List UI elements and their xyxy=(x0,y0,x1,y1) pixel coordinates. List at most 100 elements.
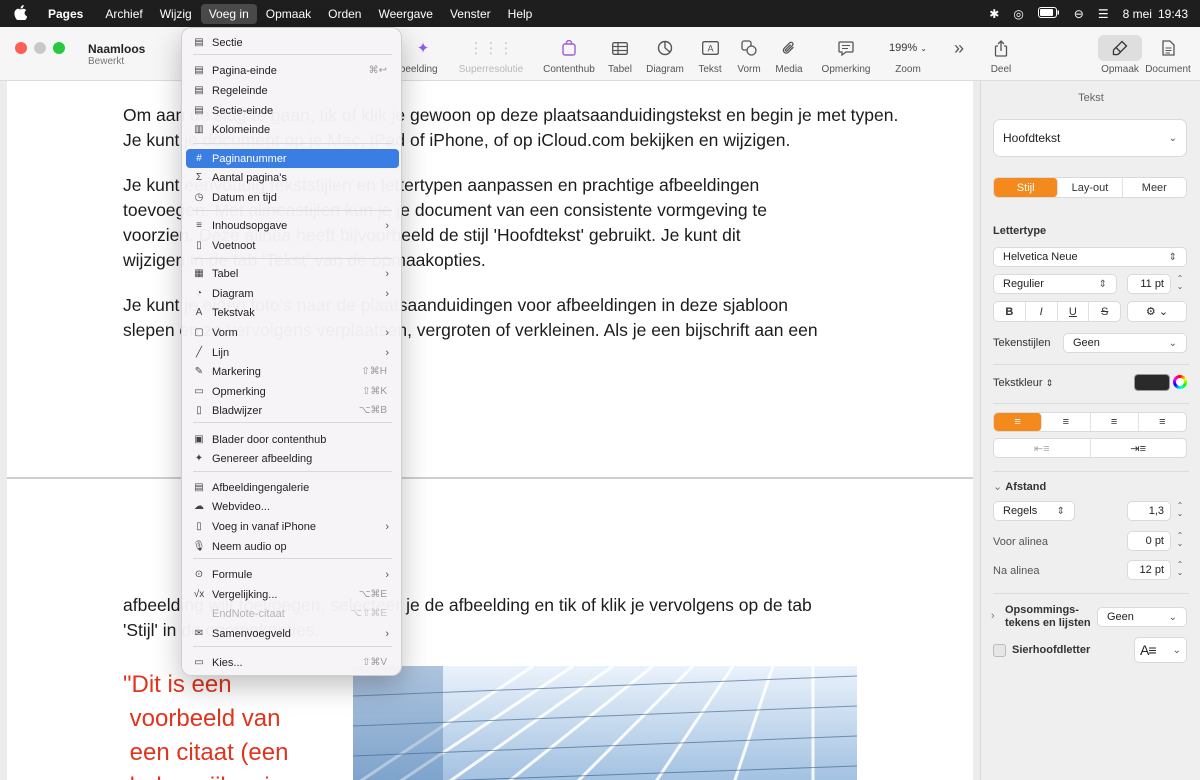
font-size-field[interactable]: 11 pt xyxy=(1127,274,1171,294)
menu-item-opmerking[interactable]: ▭ Opmerking ⇧⌘K xyxy=(186,382,399,401)
menu-item-tabel[interactable]: ▦ Tabel › xyxy=(186,264,399,283)
menu-item-genereer-afbeelding[interactable]: ✦ Genereer afbeelding xyxy=(186,449,399,468)
increase-indent-icon[interactable]: ⇥≡ xyxy=(1091,439,1187,457)
menu-item-samenvoegveld[interactable]: ✉ Samenvoegveld › xyxy=(186,624,399,643)
contenthub-button[interactable]: Contenthub xyxy=(540,35,598,75)
superresolutie-button[interactable]: ⋮⋮⋮ Superresolutie xyxy=(456,35,526,75)
menu-opmaak[interactable]: Opmaak xyxy=(258,4,319,24)
menu-archief[interactable]: Archief xyxy=(97,4,150,24)
document-title[interactable]: Naamloos xyxy=(88,42,145,56)
text-options-button[interactable]: ⚙ ⌄ xyxy=(1127,301,1187,322)
menu-item-paginanummer[interactable]: # Paginanummer xyxy=(186,149,399,168)
align-right-icon[interactable]: ≡ xyxy=(1091,413,1139,431)
opmerking-button[interactable]: Opmerking xyxy=(820,35,872,75)
dropcap-style-select[interactable]: A≡ ⌄ xyxy=(1134,637,1187,663)
close-button[interactable] xyxy=(15,42,27,54)
spacing-stepper[interactable]: ⌃ ⌄ xyxy=(1175,502,1185,518)
menu-item-vergelijking[interactable]: √x Vergelijking... ⌥⌘E xyxy=(186,585,399,604)
menu-item-markering[interactable]: ✎ Markering ⇧⌘H xyxy=(186,362,399,381)
diagram-button[interactable]: Diagram xyxy=(645,35,685,75)
menu-venster[interactable]: Venster xyxy=(442,4,499,24)
align-justify-icon[interactable]: ≡ xyxy=(1139,413,1186,431)
architecture-photo[interactable] xyxy=(353,666,857,780)
after-paragraph-stepper[interactable]: ⌃ ⌄ xyxy=(1175,561,1185,577)
menu-item-kolomeinde[interactable]: ▥ Kolomeinde xyxy=(186,120,399,139)
after-paragraph-field[interactable]: 12 pt xyxy=(1127,560,1171,580)
menu-item-voeg-in-vanaf-iphone[interactable]: ▯ Voeg in vanaf iPhone › xyxy=(186,517,399,536)
document-button[interactable]: Document xyxy=(1145,35,1191,75)
menu-pages[interactable]: Pages xyxy=(40,4,91,24)
menubar-date[interactable]: 8 mei xyxy=(1123,7,1152,21)
deel-button[interactable]: Deel xyxy=(985,35,1017,75)
menu-item-tekstvak[interactable]: A Tekstvak xyxy=(186,303,399,322)
battery-icon[interactable] xyxy=(1037,6,1060,21)
zoom-button[interactable] xyxy=(53,42,65,54)
menu-item-diagram[interactable]: ◔ Diagram › xyxy=(186,284,399,303)
text-color-label[interactable]: Tekstkleur ⇕ xyxy=(993,377,1053,389)
menu-item-formule[interactable]: ⊙ Formule › xyxy=(186,565,399,584)
media-button[interactable]: Media xyxy=(773,35,805,75)
menu-item-kies[interactable]: ▭ Kies... ⇧⌘V xyxy=(186,653,399,672)
tab-meer[interactable]: Meer xyxy=(1123,178,1186,197)
bullets-section-title[interactable]: › Opsommings- tekens en lijsten xyxy=(991,604,1091,630)
bluetooth-icon[interactable]: ✱ xyxy=(989,7,999,21)
font-style-select[interactable]: Regulier ⇕ xyxy=(993,274,1117,294)
afbeelding-button[interactable]: ✦ Afbeelding xyxy=(402,35,444,75)
vorm-button[interactable]: Vorm xyxy=(733,35,765,75)
menu-item-webvideo[interactable]: ☁ Webvideo... xyxy=(186,497,399,516)
spacing-mode-select[interactable]: Regels ⇕ xyxy=(993,501,1075,521)
color-wheel-icon[interactable] xyxy=(1173,375,1187,389)
font-size-stepper[interactable]: ⌃ ⌄ xyxy=(1175,275,1185,291)
menu-wijzig[interactable]: Wijzig xyxy=(152,4,200,24)
menu-item-inhoudsopgave[interactable]: ≡ Inhoudsopgave › xyxy=(186,216,399,235)
menu-item-sectie-einde[interactable]: ▤ Sectie-einde xyxy=(186,101,399,120)
menu-item-datum-en-tijd[interactable]: ◷ Datum en tijd xyxy=(186,188,399,207)
menubar-time[interactable]: 19:43 xyxy=(1158,7,1188,21)
menu-item-voetnoot[interactable]: ▯ Voetnoot xyxy=(186,236,399,255)
menu-help[interactable]: Help xyxy=(500,4,541,24)
menu-orden[interactable]: Orden xyxy=(320,4,369,24)
airdrop-icon[interactable]: ◎ xyxy=(1013,7,1023,21)
bold-button[interactable]: B xyxy=(994,302,1026,321)
menu-item-sectie[interactable]: ▤ Sectie xyxy=(186,33,399,52)
zoom-control[interactable]: 199% ⌄ Zoom xyxy=(882,35,934,75)
char-styles-select[interactable]: Geen ⌄ xyxy=(1063,333,1187,353)
tab-stijl[interactable]: Stijl xyxy=(994,178,1059,197)
menu-item-blader-door-contenthub[interactable]: ▣ Blader door contenthub xyxy=(186,430,399,449)
align-center-icon[interactable]: ≡ xyxy=(1042,413,1091,431)
more-toolbar-button[interactable]: » xyxy=(943,35,975,64)
tab-lay-out[interactable]: Lay-out xyxy=(1058,178,1123,197)
menu-item-neem-audio-op[interactable]: 🎙 Neem audio op xyxy=(186,537,399,556)
dropcap-checkbox[interactable] xyxy=(993,644,1006,657)
spacing-section-title[interactable]: ⌄ Afstand xyxy=(993,480,1046,493)
menu-item-lijn[interactable]: ╱ Lijn › xyxy=(186,343,399,362)
document-canvas[interactable]: Om aan de slag te gaan, tik of klik je g… xyxy=(7,81,973,780)
italic-button[interactable]: I xyxy=(1026,302,1058,321)
apple-menu-icon[interactable] xyxy=(0,4,40,23)
menu-item-afbeeldingengalerie[interactable]: ▤ Afbeeldingengalerie xyxy=(186,478,399,497)
control-center-icon[interactable]: ☰ xyxy=(1098,7,1109,21)
tabel-button[interactable]: Tabel xyxy=(604,35,636,75)
menu-item-aantal-pagina-s[interactable]: Σ Aantal pagina's xyxy=(186,168,399,187)
spacing-value-field[interactable]: 1,3 xyxy=(1127,501,1171,521)
menu-item-pagina-einde[interactable]: ▤ Pagina-einde ⌘↩ xyxy=(186,61,399,80)
text-color-swatch[interactable] xyxy=(1134,374,1170,391)
minimize-button[interactable] xyxy=(34,42,46,54)
strikethrough-button[interactable]: S xyxy=(1089,302,1120,321)
menu-weergave[interactable]: Weergave xyxy=(370,4,440,24)
before-paragraph-stepper[interactable]: ⌃ ⌄ xyxy=(1175,532,1185,548)
font-family-select[interactable]: Helvetica Neue ⇕ xyxy=(993,247,1187,267)
underline-button[interactable]: U xyxy=(1058,302,1090,321)
menu-item-regeleinde[interactable]: ▤ Regeleinde xyxy=(186,81,399,100)
menu-voeg-in[interactable]: Voeg in xyxy=(200,3,257,24)
bullets-select[interactable]: Geen ⌄ xyxy=(1097,607,1187,627)
before-paragraph-field[interactable]: 0 pt xyxy=(1127,531,1171,551)
menu-item-vorm[interactable]: ▢ Vorm › xyxy=(186,323,399,342)
menu-item-bladwijzer[interactable]: ▯ Bladwijzer ⌥⌘B xyxy=(186,401,399,420)
opmaak-button[interactable]: Opmaak xyxy=(1098,35,1142,75)
tekst-button[interactable]: A Tekst xyxy=(694,35,726,75)
pull-quote[interactable]: "Dit is een voorbeeld van een citaat (ee… xyxy=(123,668,288,780)
link-icon[interactable]: ⊖ xyxy=(1074,7,1084,21)
decrease-indent-icon[interactable]: ⇤≡ xyxy=(994,439,1091,457)
align-left-icon[interactable]: ≡ xyxy=(994,413,1043,431)
